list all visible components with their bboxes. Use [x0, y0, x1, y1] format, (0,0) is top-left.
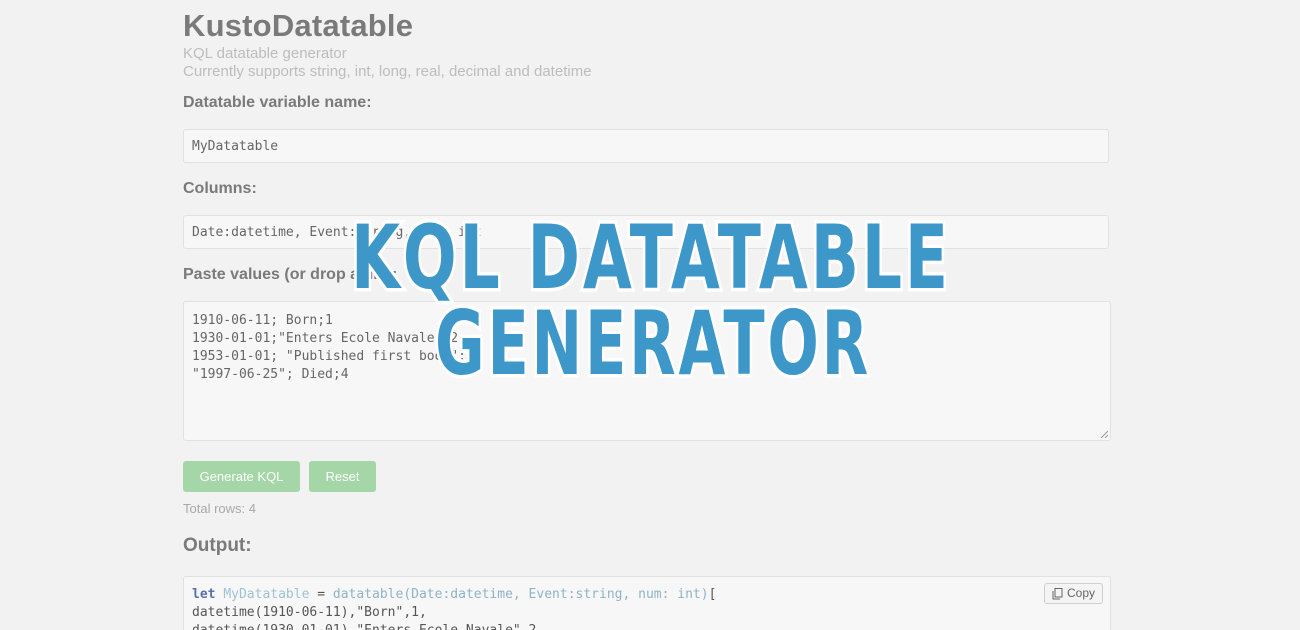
columns-label: Columns: [183, 180, 257, 197]
generate-kql-button[interactable]: Generate KQL [183, 461, 300, 492]
resize-grip-icon[interactable] [1100, 430, 1108, 438]
variable-name-label: Datatable variable name: [183, 94, 372, 111]
app-title: KustoDatatable [183, 8, 414, 43]
code-line: datetime(1910-06-11),"Born",1, [192, 605, 427, 620]
values-line: "1997-06-25"; Died;4 [192, 367, 349, 382]
total-rows-count: Total rows: 4 [183, 501, 256, 516]
code-line: datetime(1930-01-01),"Enters Ecole Naval… [192, 622, 1102, 630]
values-line: 1910-06-11; Born;1 [192, 313, 333, 328]
code-line: let MyDatatable = datatable(Date:datetim… [192, 586, 1102, 604]
values-line: 1930-01-01;"Enters Ecole Navale";2 [192, 331, 459, 346]
copy-button-label: Copy [1066, 586, 1095, 600]
columns-input[interactable]: Date:datetime, Event:string, num: int [183, 215, 1109, 249]
code-function: datatable(Date:datetime, Event:string, n… [332, 587, 709, 602]
output-code-block[interactable]: let MyDatatable = datatable(Date:datetim… [183, 576, 1111, 630]
page: KustoDatatable KQL datatable generator C… [0, 0, 1300, 630]
copy-button[interactable]: Copy [1043, 583, 1103, 604]
code-keyword: let [192, 587, 216, 602]
code-equals: = [309, 587, 333, 602]
reset-button[interactable]: Reset [309, 461, 376, 492]
variable-name-input[interactable]: MyDatatable [183, 129, 1109, 163]
code-variable: MyDatatable [223, 587, 310, 602]
supported-types-note: Currently supports string, int, long, re… [183, 63, 592, 80]
subtitle: KQL datatable generator [183, 45, 347, 62]
copy-icon [1052, 587, 1063, 599]
output-heading: Output: [183, 535, 252, 556]
values-line: 1953-01-01; "Published first book";3 [192, 349, 474, 364]
values-label: Paste values (or drop a file): [183, 266, 398, 283]
code-bracket: [ [708, 587, 717, 602]
values-textarea[interactable]: 1910-06-11; Born;1 1930-01-01;"Enters Ec… [183, 301, 1111, 441]
